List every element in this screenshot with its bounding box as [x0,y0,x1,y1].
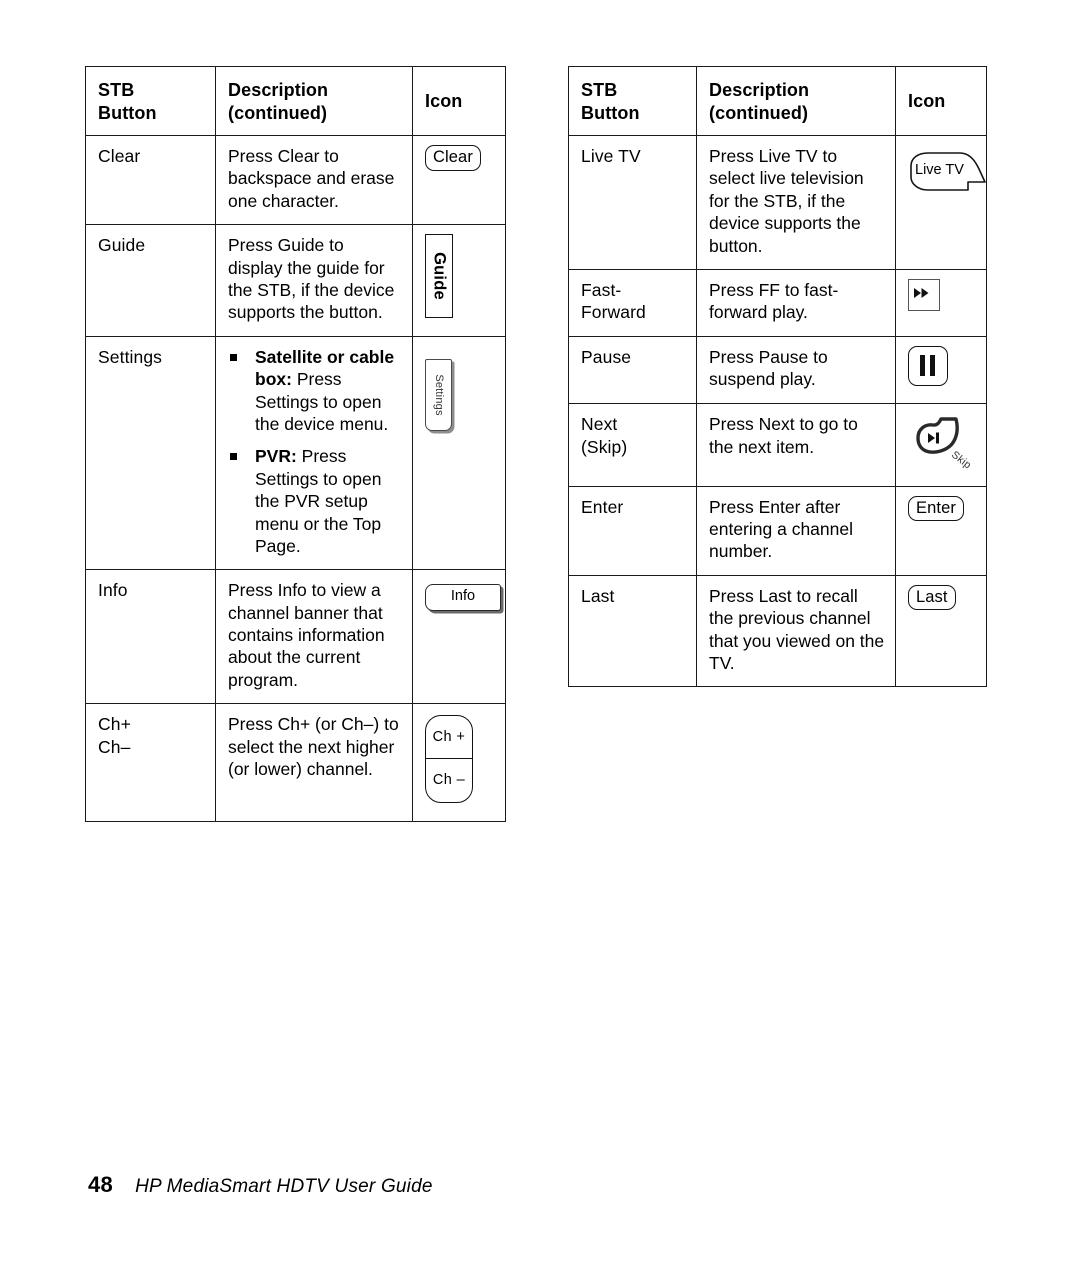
button-name-guide: Guide [85,224,216,337]
header-description-line2: (continued) [228,103,328,124]
button-name-clear: Clear [85,135,216,226]
table-row: Next (Skip) Press Next to go to the next… [568,403,987,487]
description-info: Press Info to view a channel banner that… [215,569,413,705]
table-row: Fast- Forward Press FF to fast-forward p… [568,269,987,337]
guide-key-label: Guide [430,252,449,301]
button-name-live-tv: Live TV [568,135,697,271]
icon-cell-last: Last [895,574,987,688]
icon-cell-info: Info [412,569,506,705]
description-clear: Press Clear to backspace and erase one c… [215,135,413,226]
enter-key-icon: Enter [908,495,964,522]
fast-forward-icon [908,279,940,312]
header-description: Description (continued) [215,65,413,137]
description-settings: Satellite or cable box: Press Settings t… [215,335,413,571]
list-item: Satellite or cable box: Press Settings t… [228,346,402,436]
description-pause: Press Pause to suspend play. [696,335,896,405]
icon-cell-guide: Guide [412,224,506,337]
description-live-tv: Press Live TV to select live television … [696,135,896,271]
button-name-pause: Pause [568,335,697,405]
description-fast-forward: Press FF to fast-forward play. [696,269,896,337]
table-row: Enter Press Enter after entering a chann… [568,485,987,576]
description-next-skip: Press Next to go to the next item. [696,403,896,487]
description-channel: Press Ch+ (or Ch–) to select the next hi… [215,703,413,822]
header-description: Description (continued) [696,65,896,137]
button-name-info: Info [85,569,216,705]
button-name-last: Last [568,574,697,688]
description-last: Press Last to recall the previous channe… [696,574,896,688]
page-footer: 48 HP MediaSmart HDTV User Guide [88,1172,433,1198]
description-enter: Press Enter after entering a channel num… [696,485,896,576]
live-tv-key-label: Live TV [915,162,964,179]
icon-cell-settings: Settings [412,335,506,571]
footer-document-title: HP MediaSmart HDTV User Guide [135,1176,433,1197]
header-description-line1: Description [228,80,329,100]
button-name-next-skip: Next (Skip) [568,403,697,487]
icon-cell-channel: Ch + Ch – [412,703,506,822]
header-stb-button-line1: STB [581,80,618,100]
icon-cell-fast-forward [895,269,987,337]
skip-next-icon: Skip [908,414,974,471]
table-row: Ch+ Ch– Press Ch+ (or Ch–) to select the… [85,703,506,822]
table-row: Live TV Press Live TV to select live tel… [568,135,988,271]
guide-key-icon: Guide [425,234,453,319]
icon-cell-pause [895,335,987,405]
stb-button-table-right: STB Button Description (continued) Icon … [568,65,988,688]
pause-bar-left [920,354,925,376]
button-name-skip: (Skip) [581,436,628,457]
table-row: Guide Press Guide to display the guide f… [85,224,506,337]
table-header-row: STB Button Description (continued) Icon [568,65,987,137]
header-stb-button-line2: Button [98,103,157,124]
button-name-channel-up: Ch+ [98,714,131,735]
button-name-channel-down: Ch– [98,736,131,757]
pause-bar-right [930,354,935,376]
header-description-line2: (continued) [709,103,809,124]
bullet-strong: PVR: [255,446,297,467]
page-number: 48 [88,1172,114,1197]
clear-key-icon: Clear [425,145,481,171]
header-stb-button: STB Button [568,65,697,137]
button-name-fast-forward-line2: Forward [581,302,646,323]
button-name-settings: Settings [85,335,216,571]
header-stb-button-line1: STB [98,80,135,100]
icon-cell-enter: Enter [895,485,987,576]
button-name-channel: Ch+ Ch– [85,703,216,822]
list-item: PVR: Press Settings to open the PVR setu… [228,445,402,557]
table-row: Last Press Last to recall the previous c… [568,574,987,688]
settings-key-label: Settings [432,374,445,416]
channel-down-label: Ch – [432,772,466,789]
button-name-fast-forward: Fast- Forward [568,269,697,337]
table-row: Pause Press Pause to suspend play. [568,335,987,405]
header-stb-button: STB Button [85,65,216,137]
table-row: Info Press Info to view a channel banner… [85,569,506,705]
document-page: STB Button Description (continued) Icon … [0,0,1080,1270]
last-key-icon: Last [908,584,956,611]
pause-icon [908,345,948,386]
live-tv-key-icon: Live TV [908,150,988,194]
header-icon: Icon [412,65,506,137]
button-name-next: Next [581,414,618,435]
table-header-row: STB Button Description (continued) Icon [85,65,506,137]
header-icon: Icon [895,65,987,137]
settings-bullet-list: Satellite or cable box: Press Settings t… [228,346,402,558]
header-description-line1: Description [709,80,810,100]
info-key-icon: Info [425,584,501,612]
table-row: Clear Press Clear to backspace and erase… [85,135,506,226]
settings-key-icon: Settings [425,358,452,431]
icon-cell-next-skip: Skip [895,403,987,487]
button-name-enter: Enter [568,485,697,576]
icon-cell-clear: Clear [412,135,506,226]
table-row: Settings Satellite or cable box: Press S… [85,335,506,571]
description-guide: Press Guide to display the guide for the… [215,224,413,337]
channel-rocker-icon: Ch + Ch – [425,715,473,804]
channel-up-label: Ch + [426,716,472,760]
icon-cell-live-tv: Live TV [895,135,988,271]
header-stb-button-line2: Button [581,103,640,124]
stb-button-table-left: STB Button Description (continued) Icon … [85,65,506,822]
button-name-fast-forward-line1: Fast- [581,280,622,301]
